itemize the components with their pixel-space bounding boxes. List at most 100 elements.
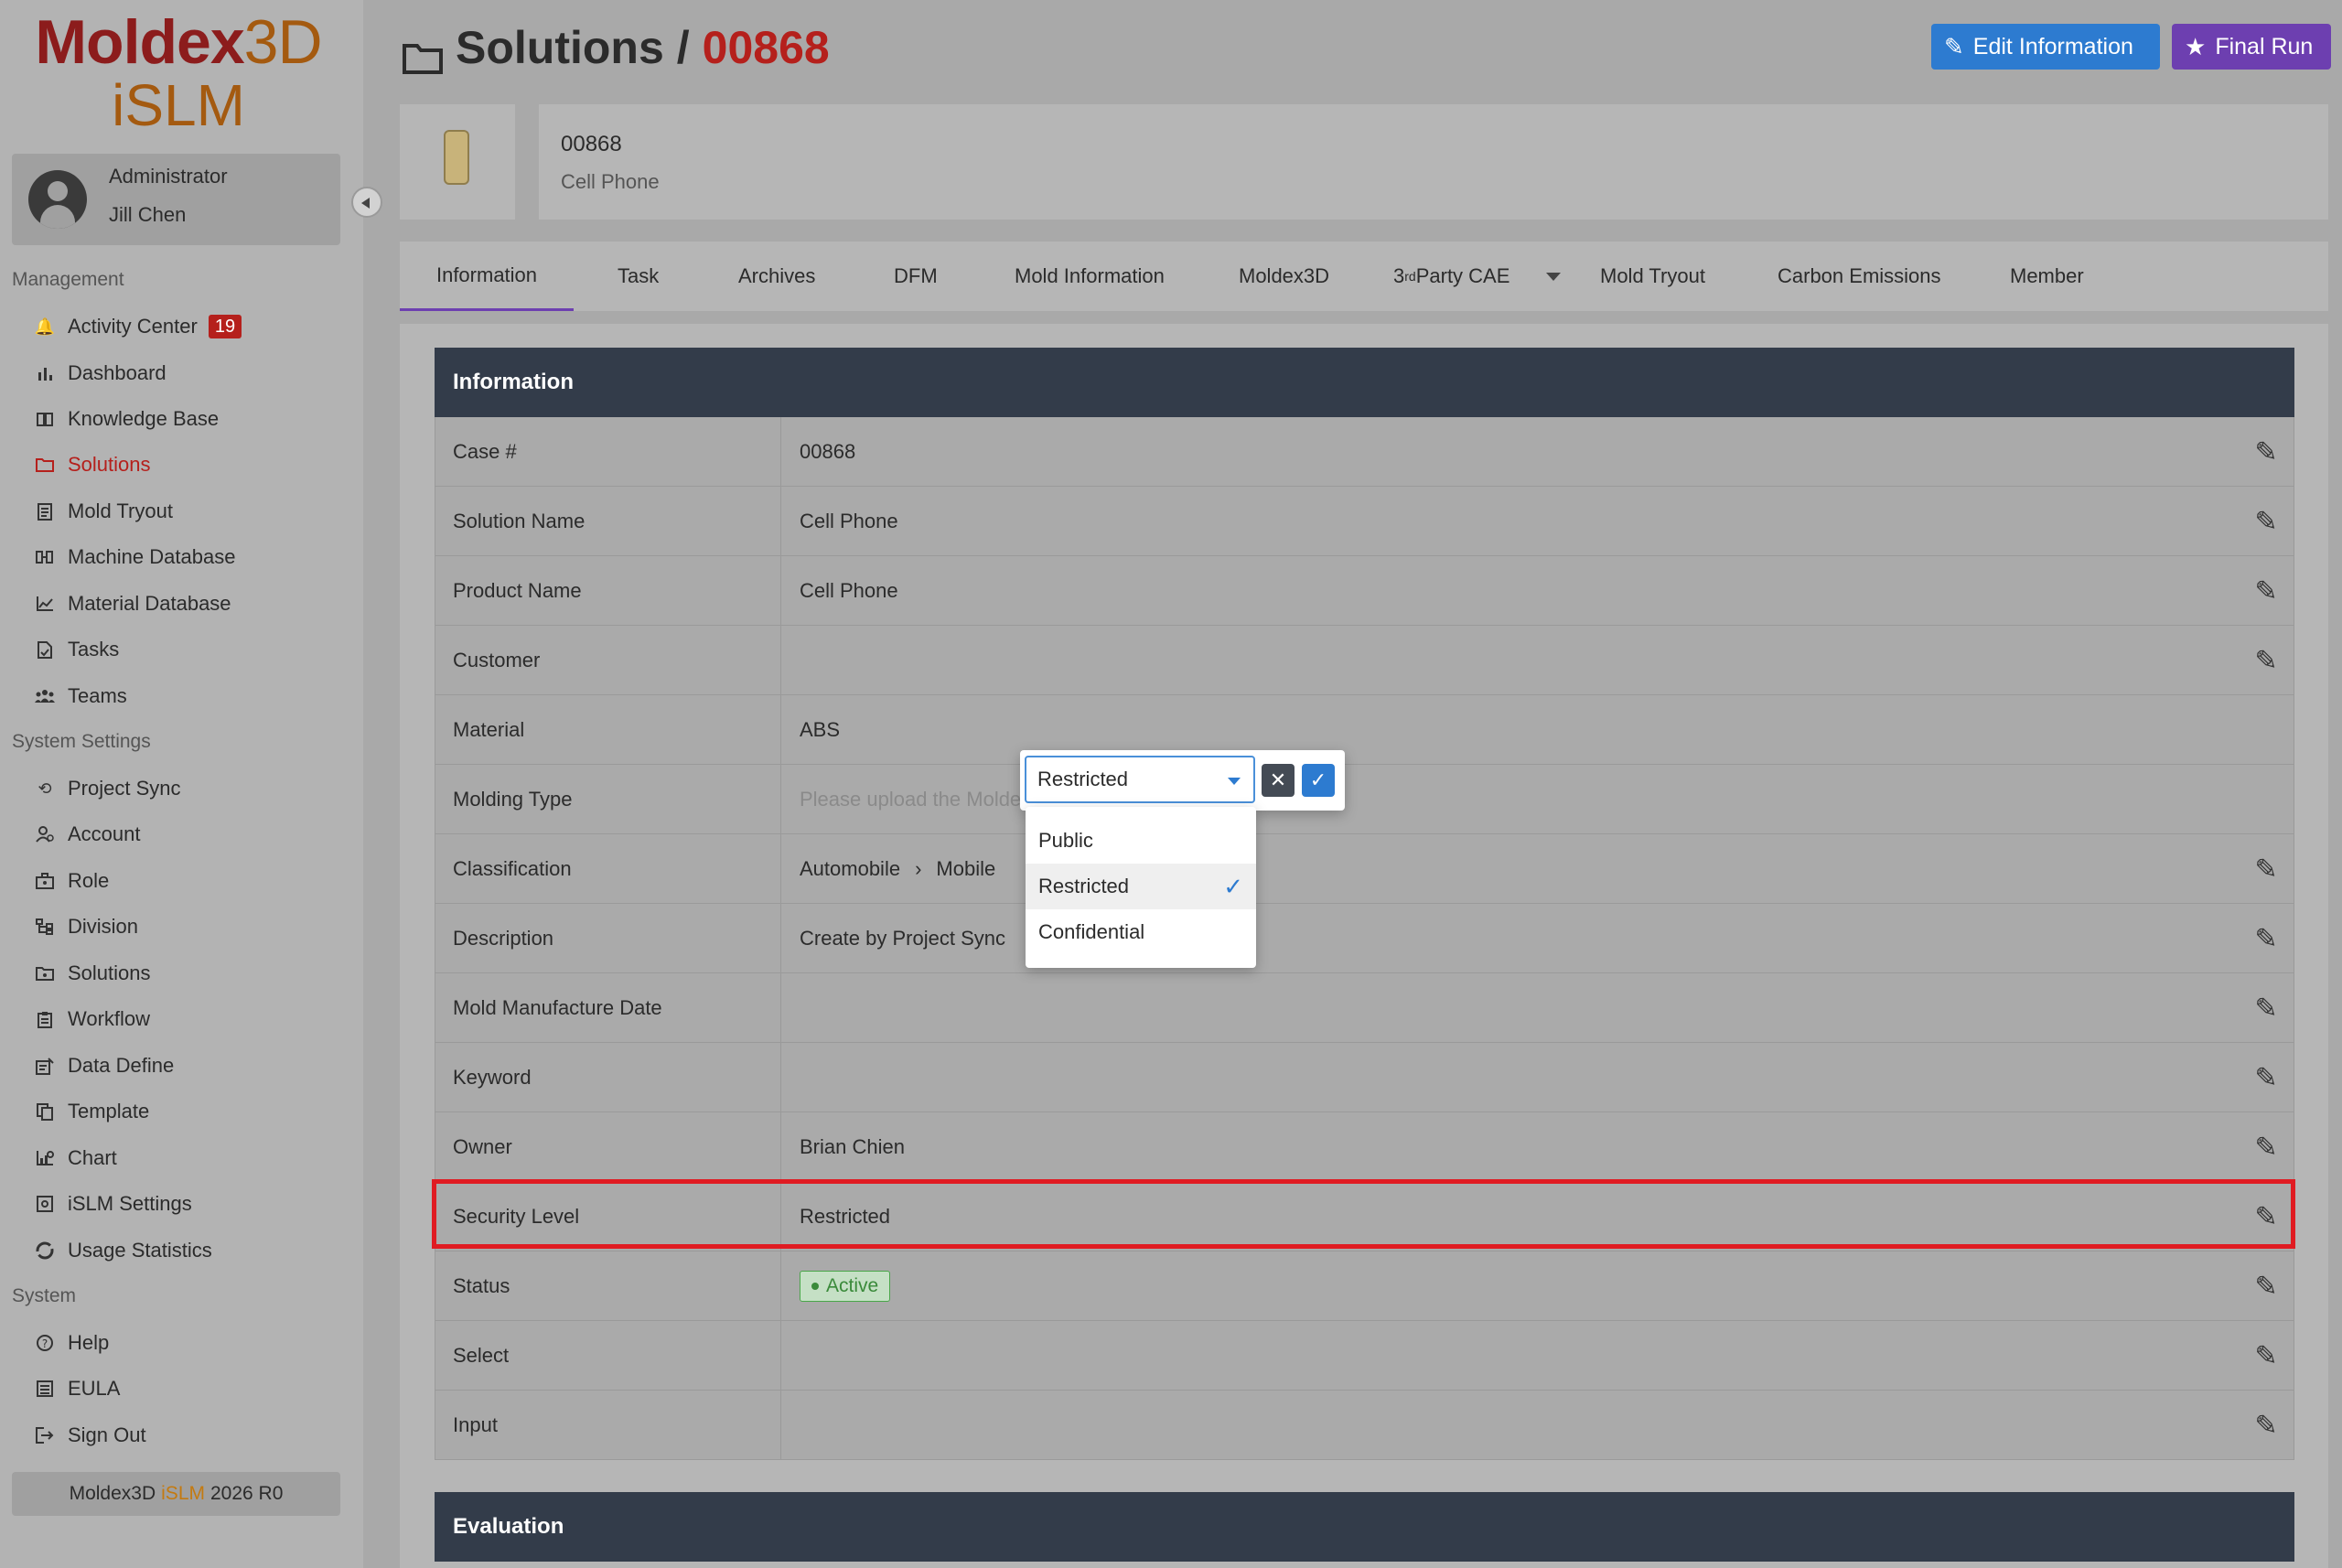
table-row: Owner Brian Chien ✎	[435, 1112, 2294, 1182]
folder-icon	[403, 32, 443, 74]
option-confidential[interactable]: Confidential	[1026, 909, 1256, 955]
security-level-value: Restricted	[800, 1204, 891, 1228]
activity-count-badge: 19	[208, 315, 242, 338]
task-icon	[35, 639, 55, 660]
book-icon	[35, 409, 55, 429]
sidebar-item-help[interactable]: ? Help	[35, 1326, 109, 1359]
edit-pencil-icon[interactable]: ✎	[2251, 1202, 2281, 1232]
sidebar-item-template[interactable]: Template	[35, 1095, 149, 1128]
section-label-management: Management	[12, 269, 124, 290]
document-icon	[35, 501, 55, 521]
edit-pencil-icon[interactable]: ✎	[2251, 854, 2281, 885]
sidebar-item-solutions-settings[interactable]: Solutions	[35, 957, 151, 990]
sidebar-item-machine-database[interactable]: Machine Database	[35, 541, 235, 574]
edit-pencil-icon[interactable]: ✎	[2251, 1411, 2281, 1441]
option-restricted[interactable]: Restricted ✓	[1026, 864, 1256, 909]
pencil-icon: ✎	[1944, 32, 1964, 60]
tab-task[interactable]: Task	[618, 242, 659, 311]
edit-pencil-icon[interactable]: ✎	[2251, 993, 2281, 1024]
tab-information[interactable]: Information	[400, 242, 574, 311]
sidebar-item-account[interactable]: Account	[35, 818, 141, 851]
sidebar-item-islm-settings[interactable]: iSLM Settings	[35, 1187, 192, 1220]
table-row: Material ABS	[435, 695, 2294, 765]
app-logo[interactable]: Moldex3D iSLM	[27, 9, 329, 137]
confirm-button[interactable]: ✓	[1302, 764, 1335, 797]
chevron-down-icon[interactable]	[1546, 273, 1561, 281]
security-level-editor: Restricted ✕ ✓	[1020, 750, 1345, 811]
sidebar-item-chart[interactable]: Chart	[35, 1142, 117, 1175]
chart-icon	[35, 1148, 55, 1168]
table-row: Select ✎	[435, 1321, 2294, 1391]
edit-pencil-icon[interactable]: ✎	[2251, 1063, 2281, 1093]
table-row: Status Active ✎	[435, 1251, 2294, 1321]
edit-pencil-icon[interactable]: ✎	[2251, 437, 2281, 467]
sidebar-item-eula[interactable]: EULA	[35, 1372, 120, 1405]
edit-pencil-icon[interactable]: ✎	[2251, 646, 2281, 676]
edit-pencil-icon[interactable]: ✎	[2251, 1341, 2281, 1371]
check-icon: ✓	[1309, 768, 1327, 791]
product-name: Cell Phone	[561, 170, 660, 193]
sidebar-item-project-sync[interactable]: ⟲ Project Sync	[35, 772, 180, 805]
tab-archives[interactable]: Archives	[738, 242, 815, 311]
information-header: Information	[435, 348, 2294, 417]
table-row: Case # 00868 ✎	[435, 417, 2294, 487]
product-id: 00868	[561, 132, 622, 156]
edit-pencil-icon[interactable]: ✎	[2251, 1272, 2281, 1302]
tab-moldex3d[interactable]: Moldex3D	[1239, 242, 1329, 311]
help-icon: ?	[35, 1333, 55, 1353]
tab-3rd-party-cae[interactable]: 3rd Party CAE	[1393, 242, 1509, 311]
sidebar-item-sign-out[interactable]: Sign Out	[35, 1419, 146, 1452]
sidebar-item-tasks[interactable]: Tasks	[35, 633, 119, 666]
role-icon	[35, 871, 55, 891]
workflow-icon	[35, 1009, 55, 1029]
avatar	[28, 170, 87, 229]
sidebar-item-material-database[interactable]: Material Database	[35, 587, 231, 620]
information-table: Information Case # 00868 ✎ Solution Name…	[435, 348, 2294, 1460]
close-icon: ✕	[1269, 768, 1287, 791]
sidebar-item-mold-tryout[interactable]: Mold Tryout	[35, 495, 173, 528]
table-row: Classification Automobile › Mobile ✎	[435, 834, 2294, 904]
tab-mold-tryout[interactable]: Mold Tryout	[1600, 242, 1705, 311]
settings-icon	[35, 1194, 55, 1214]
checkmark-icon: ✓	[1223, 873, 1243, 900]
breadcrumb-solutions[interactable]: Solutions	[456, 21, 664, 74]
tab-dfm[interactable]: DFM	[894, 242, 938, 311]
tab-carbon-emissions[interactable]: Carbon Emissions	[1778, 242, 1941, 311]
sidebar-item-dashboard[interactable]: Dashboard	[35, 357, 167, 390]
sidebar-item-role[interactable]: Role	[35, 865, 109, 897]
tab-member[interactable]: Member	[2010, 242, 2084, 311]
collapse-sidebar-button[interactable]	[351, 187, 382, 218]
edit-information-button[interactable]: ✎ Edit Information	[1931, 24, 2160, 70]
sync-icon: ⟲	[38, 779, 52, 798]
edit-pencil-icon[interactable]: ✎	[2251, 924, 2281, 954]
table-row: Input ✎	[435, 1391, 2294, 1460]
sidebar-item-workflow[interactable]: Workflow	[35, 1003, 150, 1036]
option-public[interactable]: Public	[1026, 818, 1256, 864]
security-level-select[interactable]: Restricted	[1025, 756, 1255, 803]
user-name: Jill Chen	[109, 203, 187, 226]
chevron-right-icon: ›	[915, 856, 922, 880]
sidebar: Moldex3D iSLM Administrator Jill Chen Ma…	[0, 0, 363, 1568]
edit-pencil-icon[interactable]: ✎	[2251, 1133, 2281, 1163]
edit-pencil-icon[interactable]: ✎	[2251, 576, 2281, 607]
sidebar-item-activity-center[interactable]: 🔔 Activity Center 19	[35, 310, 242, 343]
sidebar-item-teams[interactable]: Teams	[35, 680, 127, 713]
edit-pencil-icon[interactable]: ✎	[2251, 507, 2281, 537]
security-level-options: Public Restricted ✓ Confidential	[1026, 807, 1256, 968]
sidebar-item-knowledge-base[interactable]: Knowledge Base	[35, 403, 219, 435]
machine-icon	[35, 547, 55, 567]
cancel-button[interactable]: ✕	[1262, 764, 1295, 797]
sidebar-item-solutions[interactable]: Solutions	[35, 448, 151, 481]
tab-mold-information[interactable]: Mold Information	[1015, 242, 1165, 311]
molding-type-placeholder: Please upload the Molde	[800, 787, 1022, 811]
sidebar-item-division[interactable]: Division	[35, 910, 138, 943]
final-run-button[interactable]: ★ Final Run	[2172, 24, 2331, 70]
division-icon	[35, 917, 55, 937]
template-icon	[35, 1101, 55, 1122]
sidebar-item-data-define[interactable]: Data Define	[35, 1049, 174, 1082]
sidebar-item-usage-statistics[interactable]: Usage Statistics	[35, 1234, 212, 1267]
table-row: Product Name Cell Phone ✎	[435, 556, 2294, 626]
svg-text:?: ?	[42, 1337, 48, 1350]
user-profile[interactable]: Administrator Jill Chen	[12, 154, 340, 245]
team-icon	[35, 686, 55, 706]
